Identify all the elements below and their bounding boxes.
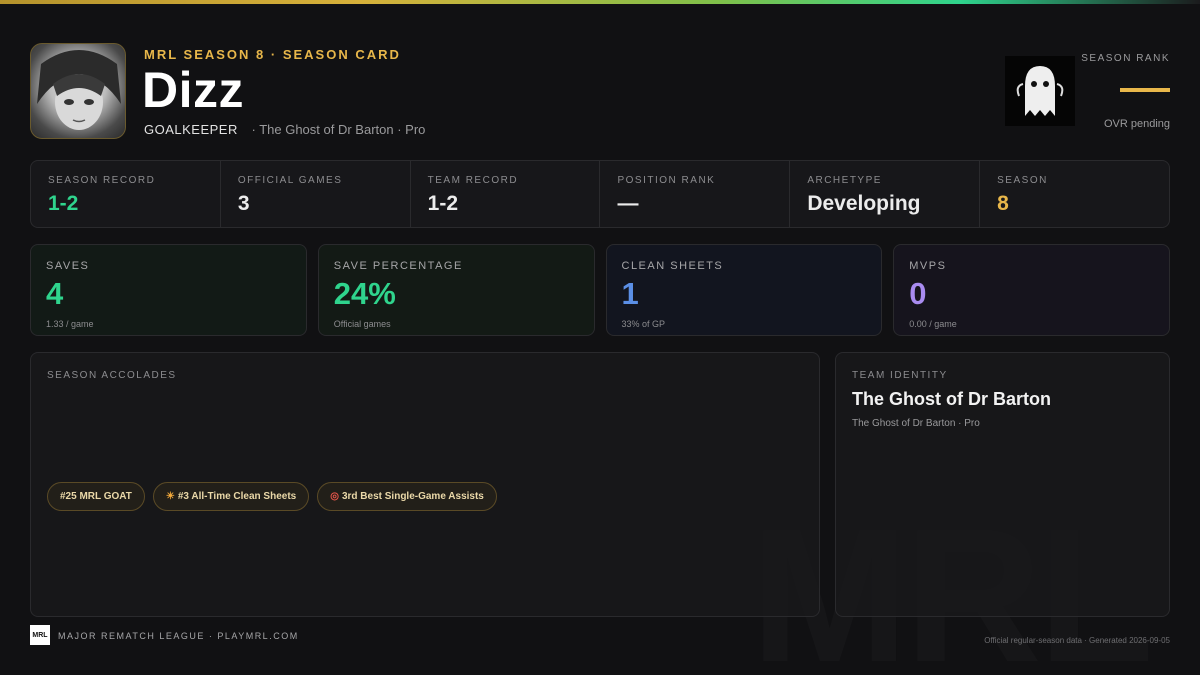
avatar-portrait-icon bbox=[37, 50, 121, 130]
summary-cell: TEAM RECORD 1-2 bbox=[411, 161, 601, 227]
summary-label: SEASON RECORD bbox=[48, 175, 156, 186]
summary-cell: POSITION RANK — bbox=[600, 161, 791, 227]
summary-value: — bbox=[617, 192, 639, 215]
accolade-text: #25 MRL GOAT bbox=[60, 491, 132, 502]
summary-label: SEASON bbox=[997, 175, 1048, 186]
mrl-logo: MRL bbox=[30, 625, 50, 645]
ghost-icon bbox=[1016, 66, 1064, 116]
stat-sub: 1.33 / game bbox=[46, 319, 94, 329]
season-rank-dash bbox=[1120, 88, 1170, 92]
footer-league: MAJOR REMATCH LEAGUE · PLAYMRL.COM bbox=[58, 631, 299, 641]
summary-label: OFFICIAL GAMES bbox=[237, 175, 343, 186]
summary-value: Developing bbox=[807, 192, 921, 215]
accolade-badges: #25 MRL GOAT ☀ #3 All-Time Clean Sheets … bbox=[47, 482, 497, 511]
accolade-badge: ◎ 3rd Best Single-Game Assists bbox=[317, 482, 497, 511]
player-header: MRL SEASON 8 · SEASON CARD Dizz GOALKEEP… bbox=[30, 43, 1170, 139]
stat-label: SAVES bbox=[46, 260, 90, 272]
summary-strip: SEASON RECORD 1-2 OFFICIAL GAMES 3 TEAM … bbox=[30, 160, 1170, 228]
stat-label: CLEAN SHEETS bbox=[621, 260, 724, 272]
season-accolades-panel: SEASON ACCOLADES #25 MRL GOAT ☀ #3 All-T… bbox=[30, 352, 820, 617]
summary-label: ARCHETYPE bbox=[807, 175, 882, 186]
accolade-text: #3 All-Time Clean Sheets bbox=[177, 491, 297, 502]
sun-icon: ☀ bbox=[165, 491, 175, 502]
team-identity-sub: The Ghost of Dr Barton · Pro bbox=[852, 418, 980, 429]
stat-value: 24% bbox=[333, 276, 396, 311]
team-identity-panel: TEAM IDENTITY The Ghost of Dr Barton The… bbox=[835, 352, 1170, 617]
season-rank-label: SEASON RANK bbox=[1081, 53, 1170, 64]
summary-value: 1-2 bbox=[48, 192, 79, 215]
card-eyebrow: MRL SEASON 8 · SEASON CARD bbox=[144, 47, 401, 62]
player-position: GOALKEEPER bbox=[144, 122, 238, 137]
season-rank-note: OVR pending bbox=[1103, 118, 1170, 130]
summary-cell: SEASON 8 bbox=[980, 161, 1169, 227]
accolade-text: 3rd Best Single-Game Assists bbox=[341, 491, 484, 502]
team-identity-name: The Ghost of Dr Barton bbox=[852, 389, 1051, 409]
stat-card-clean-sheets: CLEAN SHEETS 1 33% of GP bbox=[605, 244, 883, 336]
accolades-label: SEASON ACCOLADES bbox=[47, 370, 177, 381]
stat-value: 4 bbox=[46, 276, 64, 311]
stat-value: 1 bbox=[621, 276, 639, 311]
stat-card-save-percentage: SAVE PERCENTAGE 24% Official games bbox=[317, 244, 595, 336]
summary-value: 8 bbox=[997, 192, 1009, 215]
player-team-tag: · The Ghost of Dr Barton · Pro bbox=[251, 122, 426, 137]
accolade-badge: #25 MRL GOAT bbox=[47, 482, 145, 511]
summary-value: 3 bbox=[237, 192, 250, 215]
stat-card-mvps: MVPS 0 0.00 / game bbox=[893, 244, 1170, 336]
team-ghost-logo bbox=[1005, 56, 1075, 126]
stat-sub: 33% of GP bbox=[621, 319, 666, 329]
summary-label: TEAM RECORD bbox=[427, 175, 519, 186]
player-name: Dizz bbox=[142, 62, 244, 118]
footer-generated: Official regular-season data · Generated… bbox=[984, 636, 1170, 645]
summary-cell: OFFICIAL GAMES 3 bbox=[221, 161, 411, 227]
accolade-badge: ☀ #3 All-Time Clean Sheets bbox=[152, 482, 310, 511]
stat-label: SAVE PERCENTAGE bbox=[333, 260, 463, 272]
top-accent-bar bbox=[0, 0, 1200, 4]
summary-cell: SEASON RECORD 1-2 bbox=[31, 161, 221, 227]
summary-value: 1-2 bbox=[427, 192, 459, 215]
player-avatar bbox=[30, 43, 126, 139]
stat-sub: Official games bbox=[333, 319, 391, 329]
stat-label: MVPS bbox=[909, 260, 947, 272]
target-icon: ◎ bbox=[330, 491, 339, 502]
stat-card-saves: SAVES 4 1.33 / game bbox=[30, 244, 307, 336]
stat-sub: 0.00 / game bbox=[909, 319, 957, 329]
stat-value: 0 bbox=[909, 276, 927, 311]
stat-cards: SAVES 4 1.33 / game SAVE PERCENTAGE 24% … bbox=[30, 244, 1170, 336]
team-identity-label: TEAM IDENTITY bbox=[852, 370, 948, 381]
summary-label: POSITION RANK bbox=[617, 175, 716, 186]
player-position-line: GOALKEEPER · The Ghost of Dr Barton · Pr… bbox=[144, 122, 425, 137]
summary-cell: ARCHETYPE Developing bbox=[790, 161, 981, 227]
